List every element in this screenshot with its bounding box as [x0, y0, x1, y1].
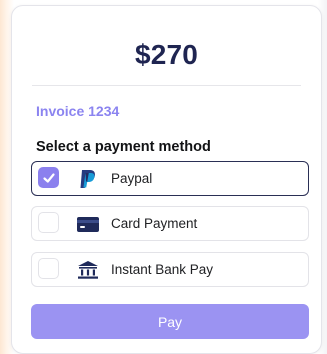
- divider: [32, 85, 301, 86]
- payment-option-bank[interactable]: Instant Bank Pay: [31, 252, 309, 287]
- pay-button[interactable]: Pay: [31, 304, 309, 339]
- payment-option-label: Instant Bank Pay: [111, 262, 214, 277]
- payment-option-card[interactable]: Card Payment: [31, 206, 309, 241]
- payment-card: $270 Invoice 1234 Select a payment metho…: [11, 5, 322, 354]
- checkbox-card[interactable]: [38, 212, 59, 233]
- credit-card-icon: [76, 214, 100, 234]
- section-title: Select a payment method: [36, 139, 211, 155]
- invoice-number: Invoice 1234: [36, 103, 120, 119]
- bank-icon: [76, 260, 100, 280]
- checkmark-icon: [43, 173, 55, 183]
- payment-option-label: Paypal: [111, 171, 153, 186]
- checkbox-paypal[interactable]: [38, 167, 59, 188]
- paypal-icon: [76, 169, 100, 189]
- checkbox-bank[interactable]: [38, 258, 59, 279]
- amount-total: $270: [134, 39, 199, 70]
- payment-option-label: Card Payment: [111, 216, 198, 231]
- payment-option-paypal[interactable]: Paypal: [31, 161, 309, 196]
